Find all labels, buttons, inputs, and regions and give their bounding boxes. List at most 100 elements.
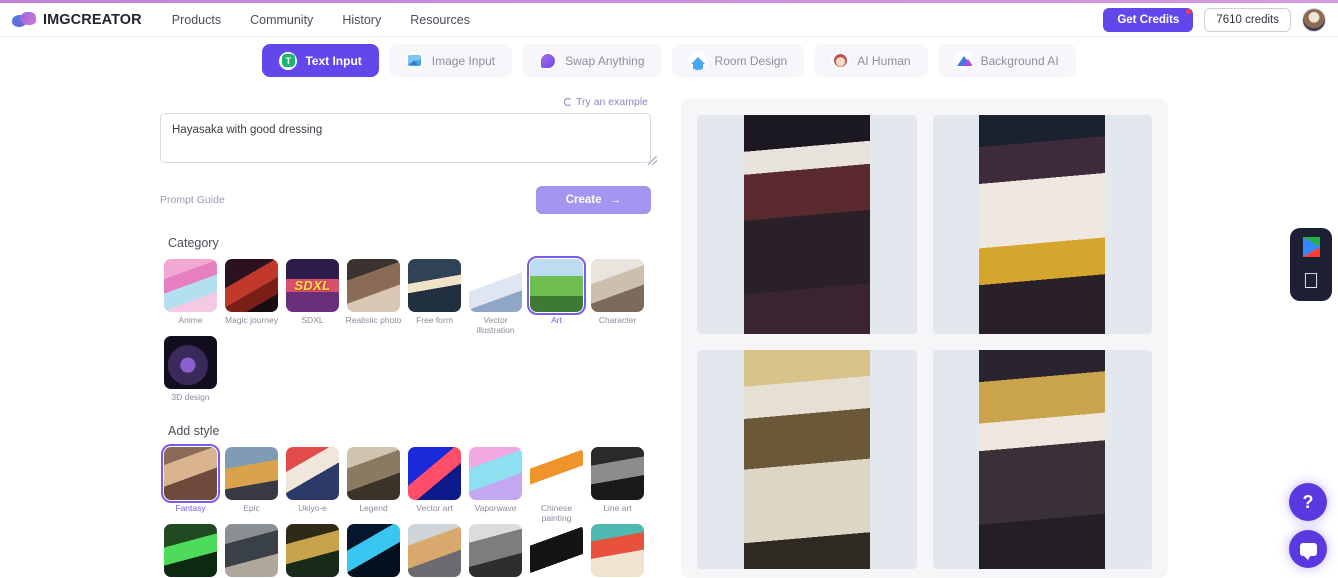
category-item-label: Magic journey [225, 315, 278, 325]
generated-image-1[interactable] [697, 115, 917, 334]
try-an-example-button[interactable]: Try an example [564, 96, 648, 108]
arrow-right-icon: → [609, 194, 622, 206]
style-item-9[interactable] [221, 523, 282, 577]
tab-swap-anything[interactable]: Swap Anything [522, 44, 662, 77]
page-loading-progress-bar [0, 0, 1338, 3]
nav-item-history[interactable]: History [342, 13, 381, 27]
results-panel [681, 99, 1168, 578]
tab-room-design[interactable]: Room Design [671, 44, 805, 77]
site-header: IMGCREATOR Products Community History Re… [0, 3, 1338, 37]
style-item-label: Fantasy [175, 503, 206, 514]
category-section-title: Category [168, 236, 219, 250]
style-item-14[interactable] [526, 523, 587, 577]
tab-label: Room Design [714, 53, 788, 68]
avatar[interactable] [1302, 7, 1326, 32]
thumbnail-image [408, 447, 461, 501]
category-item-label: Vector illustration [476, 315, 515, 335]
style-item-15[interactable] [587, 523, 648, 577]
category-item-free-form[interactable]: Free form [404, 259, 465, 336]
thumbnail-image [527, 256, 586, 315]
notification-dot-icon [1186, 8, 1192, 14]
style-item-12[interactable] [404, 523, 465, 577]
category-item-3d-design[interactable]: 3D design [160, 335, 221, 403]
tab-label: Swap Anything [565, 53, 645, 68]
tab-text-input[interactable]: T Text Input [262, 44, 379, 77]
tab-label: AI Human [857, 53, 911, 68]
logo-icon [12, 11, 38, 29]
category-item-character[interactable]: Character [587, 259, 648, 336]
style-item-10[interactable] [282, 523, 343, 577]
get-credits-label: Get Credits [1117, 13, 1180, 26]
image-input-icon [405, 51, 424, 70]
app-download-badges:  [1290, 228, 1332, 301]
thumbnail-image [225, 447, 278, 501]
brand-logo[interactable]: IMGCREATOR [12, 11, 142, 29]
tab-background-ai[interactable]: Background AI [937, 44, 1076, 77]
style-item-13[interactable] [465, 523, 526, 577]
category-item-label: Character [598, 315, 637, 325]
thumbnail-image [225, 523, 278, 577]
style-item-legend[interactable]: Legend [343, 447, 404, 524]
refresh-icon [564, 98, 573, 106]
chat-button[interactable] [1289, 530, 1327, 568]
thumbnail-image [164, 335, 217, 389]
category-item-magic-journey[interactable]: Magic journey [221, 259, 282, 336]
help-button[interactable]: ? [1289, 483, 1327, 521]
style-item-vaporwave[interactable]: Vaporwave [465, 447, 526, 524]
tab-ai-human[interactable]: AI Human [814, 44, 928, 77]
style-item-ukiyo-e[interactable]: Ukiyo-e [282, 447, 343, 524]
category-item-anime[interactable]: Anime [160, 259, 221, 336]
style-item-label: Line art [603, 503, 632, 514]
help-button-label: ? [1302, 491, 1314, 512]
thumbnail-image [591, 523, 644, 577]
google-play-icon[interactable] [1302, 237, 1320, 257]
style-item-label: Chinese painting [540, 503, 573, 524]
get-credits-button[interactable]: Get Credits [1103, 7, 1194, 32]
category-item-label: Free form [416, 315, 453, 325]
category-item-label: Art [551, 315, 562, 325]
category-item-sdxl[interactable]: SDXL SDXL [282, 259, 343, 336]
style-item-vector-art[interactable]: Vector art [404, 447, 465, 524]
tab-image-input[interactable]: Image Input [388, 44, 513, 77]
style-item-fantasy[interactable]: Fantasy [160, 444, 221, 524]
style-item-11[interactable] [343, 523, 404, 577]
category-item-art[interactable]: Art [526, 256, 587, 336]
nav-item-products[interactable]: Products [172, 13, 221, 27]
tab-label: Background AI [980, 53, 1059, 68]
result-image-content [743, 350, 870, 569]
thumbnail-image [469, 523, 522, 577]
style-item-8[interactable] [160, 523, 221, 577]
thumbnail-image [225, 259, 278, 312]
category-item-vector-illustration[interactable]: Vector illustration [465, 259, 526, 336]
floating-help-stack: ? [1289, 483, 1327, 568]
mode-tabs: T Text Input Image Input Swap Anything R… [0, 44, 1338, 77]
prompt-guide-link[interactable]: Prompt Guide [160, 194, 225, 206]
style-item-line-art[interactable]: Line art [587, 447, 648, 524]
thumbnail-image [408, 259, 461, 312]
ai-human-icon [831, 51, 850, 70]
thumbnail-image [591, 447, 644, 501]
apple-icon[interactable]:  [1303, 270, 1320, 292]
generated-image-2[interactable] [932, 115, 1152, 334]
style-item-label: Epic [243, 503, 260, 514]
header-actions: Get Credits 7610 credits [1103, 7, 1326, 32]
style-item-chinese-painting[interactable]: Chinese painting [526, 447, 587, 524]
main-nav: Products Community History Resources [172, 13, 470, 27]
create-button[interactable]: Create → [535, 186, 651, 214]
prompt-input[interactable] [160, 113, 651, 163]
category-item-label: SDXL [301, 315, 324, 325]
credits-balance[interactable]: 7610 credits [1204, 7, 1291, 32]
tab-label: Image Input [431, 53, 496, 68]
style-item-label: Legend [359, 503, 388, 514]
nav-item-resources[interactable]: Resources [410, 13, 470, 27]
thumbnail-image [347, 259, 400, 312]
category-item-label: Realistic photo [345, 315, 402, 325]
category-item-label: Anime [178, 315, 203, 325]
style-item-epic[interactable]: Epic [221, 447, 282, 524]
generated-image-3[interactable] [697, 350, 917, 569]
category-item-realistic-photo[interactable]: Realistic photo [343, 259, 404, 336]
nav-item-community[interactable]: Community [250, 13, 313, 27]
thumbnail-image [591, 259, 644, 312]
generated-image-4[interactable] [932, 350, 1152, 569]
results-grid [697, 115, 1152, 569]
